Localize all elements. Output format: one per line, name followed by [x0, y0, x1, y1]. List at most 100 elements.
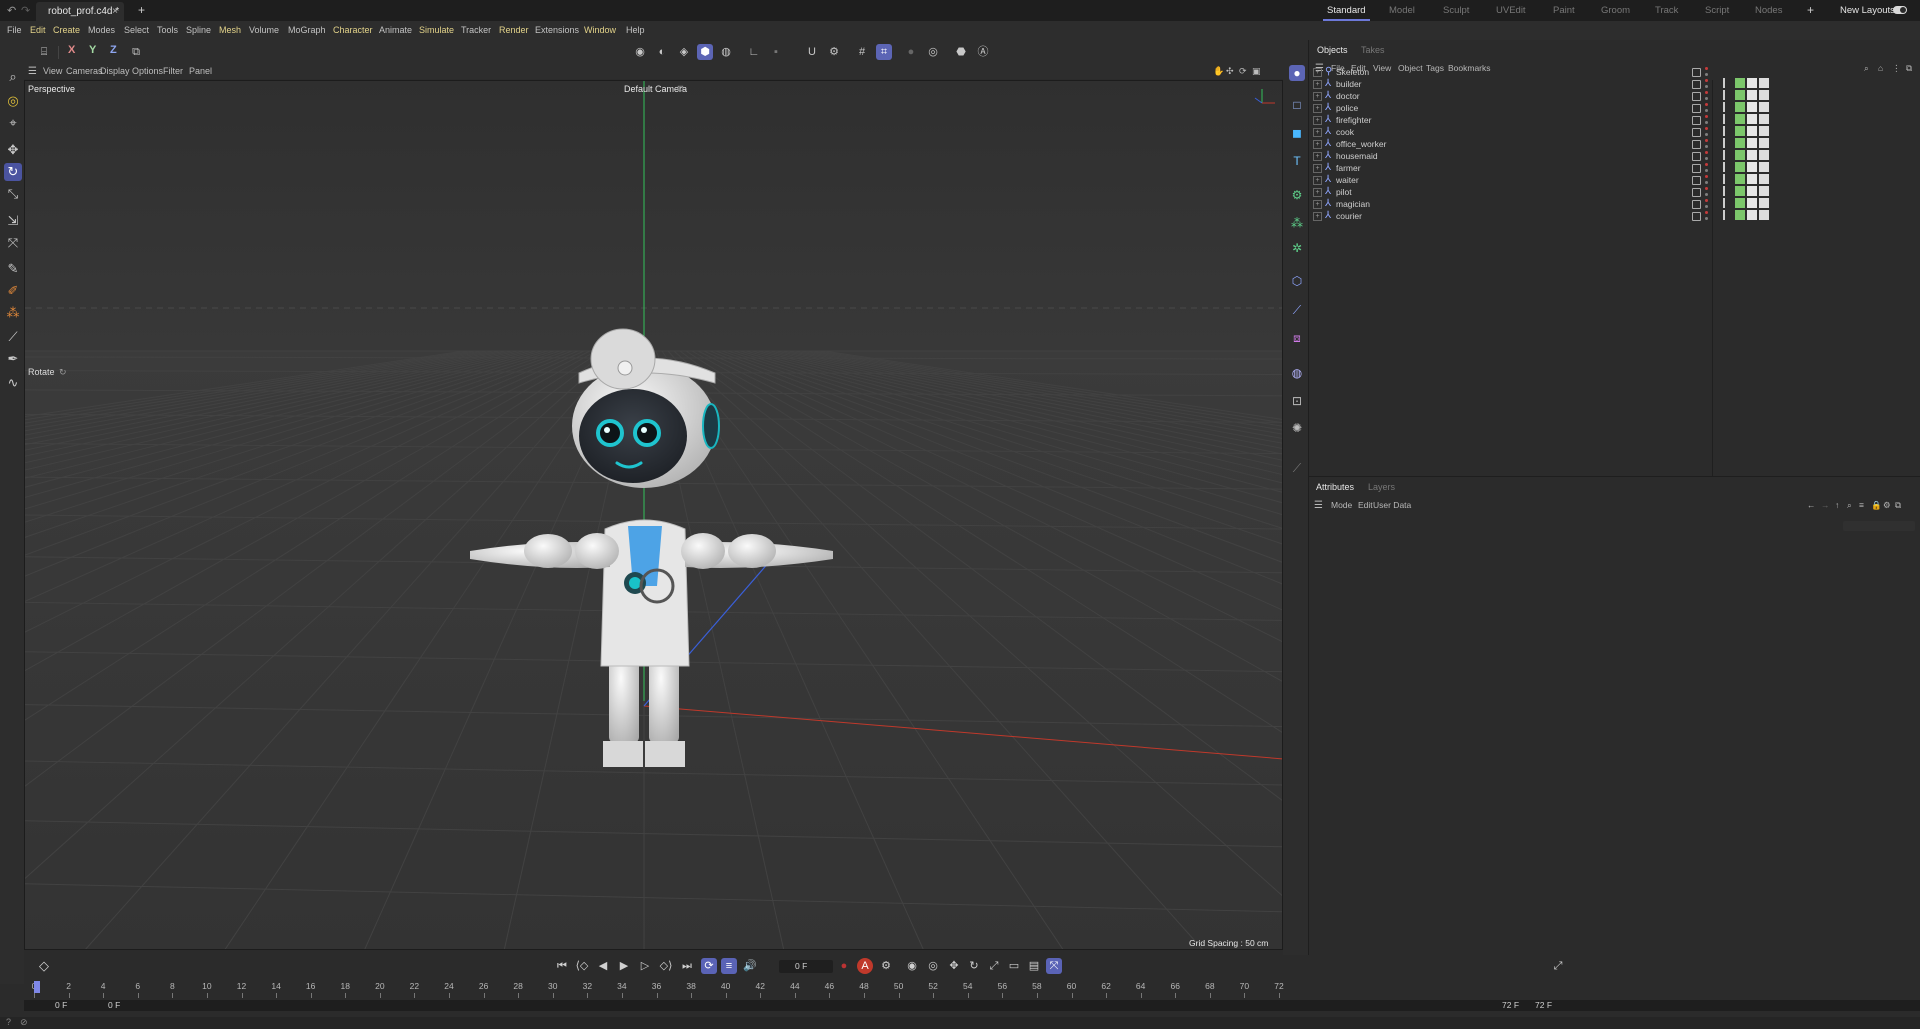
viewport-menu-display[interactable]: Display	[100, 66, 130, 76]
expand-icon[interactable]: +	[1313, 128, 1322, 137]
visibility-dots[interactable]	[1705, 102, 1709, 114]
menu-create[interactable]: Create	[53, 25, 80, 35]
enable-checkbox[interactable]	[1692, 128, 1701, 137]
object-tags[interactable]	[1723, 114, 1773, 126]
tag-icon[interactable]: ⟋	[1289, 460, 1305, 476]
viewport-menu-panel[interactable]: Panel	[189, 66, 212, 76]
tab-takes[interactable]: Takes	[1361, 45, 1385, 55]
text-spline-icon[interactable]: T	[1289, 153, 1305, 169]
lock-icon[interactable]: 🔒	[1871, 500, 1882, 511]
lock-tag-icon[interactable]	[1723, 210, 1731, 220]
scale-tool-icon[interactable]: ⤡	[4, 185, 22, 203]
auto-icon[interactable]: Ⓐ	[975, 44, 991, 60]
material-tag-icon[interactable]	[1759, 90, 1769, 100]
environment-icon[interactable]: ◍	[1289, 365, 1305, 381]
material-tag-icon[interactable]	[1759, 102, 1769, 112]
object-name[interactable]: Skeleton	[1336, 67, 1369, 77]
object-tags[interactable]	[1723, 90, 1773, 102]
layout-tab-groom[interactable]: Groom	[1601, 5, 1630, 16]
menu-extensions[interactable]: Extensions	[535, 25, 579, 35]
paint-tool-icon[interactable]: ⁂	[4, 304, 22, 322]
lock-tag-icon[interactable]	[1723, 102, 1731, 112]
settings-icon[interactable]: ⚙	[1883, 500, 1891, 511]
undo-icon[interactable]: ↶	[7, 4, 16, 17]
rotate-view-icon[interactable]: ⟳	[1239, 66, 1247, 77]
material-tag-icon[interactable]	[1759, 126, 1769, 136]
material-tag-icon[interactable]	[1747, 150, 1757, 160]
go-to-end-icon[interactable]: ⏭	[679, 958, 695, 974]
z-axis-lock-button[interactable]: Z	[110, 44, 117, 56]
hud-icon[interactable]: ⬣	[953, 44, 969, 60]
timeline-expand-icon[interactable]: ⤢	[1550, 958, 1566, 974]
object-tags[interactable]	[1723, 210, 1773, 222]
auto-record-icon[interactable]: A	[857, 958, 873, 974]
expand-icon[interactable]: +	[1313, 140, 1322, 149]
enable-checkbox[interactable]	[1692, 140, 1701, 149]
tab-layers[interactable]: Layers	[1368, 482, 1395, 492]
menu-volume[interactable]: Volume	[249, 25, 279, 35]
object-name[interactable]: firefighter	[1336, 115, 1371, 125]
lock-tag-icon[interactable]	[1723, 78, 1731, 88]
object-tags[interactable]	[1723, 174, 1773, 186]
deformer-icon[interactable]: ✲	[1289, 240, 1305, 256]
object-tags[interactable]	[1723, 126, 1773, 138]
visibility-dots[interactable]	[1705, 186, 1709, 198]
object-name[interactable]: magician	[1336, 199, 1370, 209]
material-tag-icon[interactable]	[1735, 102, 1745, 112]
polygons-mode-icon[interactable]: ◈	[676, 44, 692, 60]
visibility-dots[interactable]	[1705, 138, 1709, 150]
axis-mode-icon[interactable]: ∟	[746, 44, 762, 60]
live-selection-icon[interactable]: ◎	[4, 92, 22, 110]
menu-tracker[interactable]: Tracker	[461, 25, 491, 35]
material-tag-icon[interactable]	[1735, 162, 1745, 172]
loop-icon[interactable]: ⟳	[701, 958, 717, 974]
cloner-icon[interactable]: ⁂	[1289, 215, 1305, 231]
material-tag-icon[interactable]	[1759, 174, 1769, 184]
sound-icon[interactable]: 🔊	[742, 958, 758, 974]
layout-toggle[interactable]	[1893, 6, 1907, 14]
field-icon[interactable]: ⬡	[1289, 273, 1305, 289]
material-tag-icon[interactable]	[1759, 186, 1769, 196]
new-tab-icon[interactable]: +	[138, 3, 145, 17]
menu-select[interactable]: Select	[124, 25, 149, 35]
material-tag-icon[interactable]	[1747, 186, 1757, 196]
add-layout-icon[interactable]: +	[1807, 3, 1814, 17]
material-tag-icon[interactable]	[1759, 162, 1769, 172]
visibility-dots[interactable]	[1705, 174, 1709, 186]
material-tag-icon[interactable]	[1759, 138, 1769, 148]
enable-checkbox[interactable]	[1692, 152, 1701, 161]
expand-icon[interactable]: +	[1313, 200, 1322, 209]
object-tags[interactable]	[1723, 102, 1773, 114]
object-name[interactable]: waiter	[1336, 175, 1359, 185]
attributes-menu-mode[interactable]: Mode	[1331, 500, 1352, 510]
cube-primitive-icon[interactable]: ●	[1289, 65, 1305, 81]
material-tag-icon[interactable]	[1747, 198, 1757, 208]
menu-character[interactable]: Character	[333, 25, 373, 35]
object-name[interactable]: farmer	[1336, 163, 1361, 173]
status-help-icon[interactable]: ?	[6, 1017, 11, 1027]
layout-tab-track[interactable]: Track	[1655, 5, 1678, 16]
key-scale-icon[interactable]: ⤢	[986, 958, 1002, 974]
up-arrow-icon[interactable]: ↑	[1835, 500, 1839, 510]
material-tag-icon[interactable]	[1735, 210, 1745, 220]
knife-tool-icon[interactable]: ⟋	[4, 328, 22, 346]
document-tab[interactable]: robot_prof.c4d * ×	[36, 2, 124, 21]
range-start-field[interactable]: 0 F	[55, 1000, 67, 1010]
autokey-icon[interactable]: ≡	[721, 958, 737, 974]
object-name[interactable]: police	[1336, 103, 1358, 113]
material-tag-icon[interactable]	[1747, 138, 1757, 148]
keyframe-icon[interactable]: ◇	[36, 958, 52, 974]
camera-icon[interactable]: ⊡	[1289, 393, 1305, 409]
key-pos-icon[interactable]: ◎	[925, 958, 941, 974]
enable-checkbox[interactable]	[1692, 200, 1701, 209]
material-tag-icon[interactable]	[1747, 114, 1757, 124]
new-layouts-button[interactable]: New Layouts	[1840, 5, 1895, 16]
object-tags[interactable]	[1723, 162, 1773, 174]
attributes-search-field[interactable]	[1843, 521, 1915, 531]
object-name[interactable]: pilot	[1336, 187, 1352, 197]
material-tag-icon[interactable]	[1747, 102, 1757, 112]
range-preview-start-field[interactable]: 0 F	[108, 1000, 120, 1010]
material-tag-icon[interactable]	[1747, 162, 1757, 172]
enable-checkbox[interactable]	[1692, 68, 1701, 77]
menu-spline[interactable]: Spline	[186, 25, 211, 35]
